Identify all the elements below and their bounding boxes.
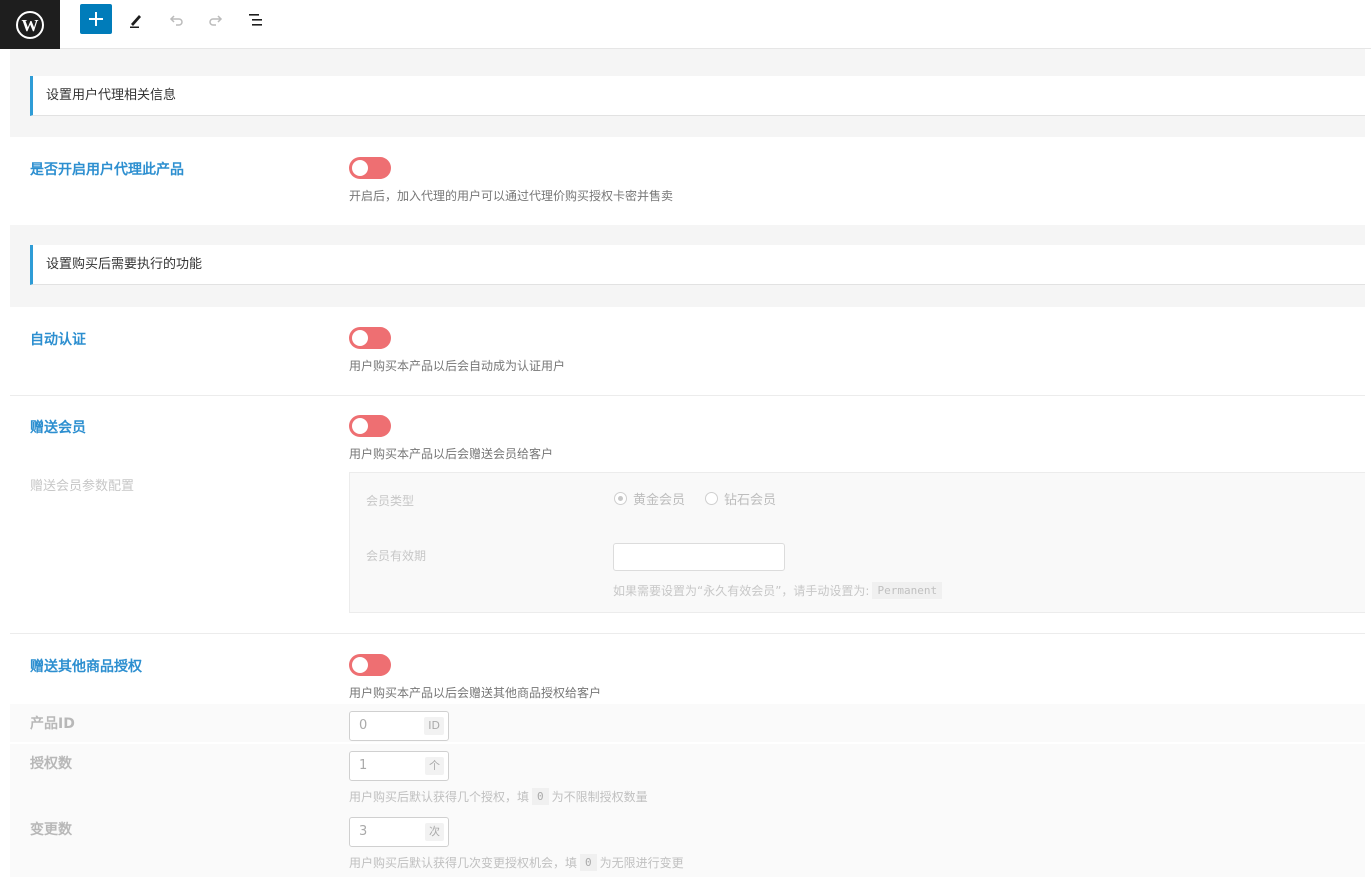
agent-toggle[interactable]: [349, 157, 391, 179]
redo-icon: [209, 15, 223, 26]
input-value: 3: [359, 824, 368, 839]
input-suffix: 次: [425, 823, 444, 841]
gift-vip-description: 用户购买本产品以后会赠送会员给客户: [349, 447, 554, 461]
divider: [10, 395, 1371, 396]
section-heading: 设置购买后需要执行的功能: [30, 245, 1371, 285]
hint-text: 用户购买后默认获得几个授权，填: [349, 790, 530, 804]
gift-vip-toggle[interactable]: [349, 415, 391, 437]
editor-toolbar: W: [0, 0, 1371, 49]
hint-code: 0: [532, 788, 549, 805]
vip-validity-input[interactable]: [613, 543, 785, 571]
input-value: 1: [359, 758, 368, 773]
agent-field-title: 是否开启用户代理此产品: [30, 162, 184, 178]
row-band: [10, 704, 1371, 742]
auth-count-input[interactable]: 1 个: [349, 751, 449, 781]
gift-product-title: 赠送其他商品授权: [30, 659, 142, 675]
input-value: 0: [359, 718, 368, 733]
toggle-knob: [352, 657, 368, 673]
gift-vip-config-title: 赠送会员参数配置: [30, 479, 135, 494]
vip-option-gold[interactable]: 黄金会员: [614, 489, 685, 508]
change-count-input[interactable]: 3 次: [349, 817, 449, 847]
agent-description: 开启后，加入代理的用户可以通过代理价购买授权卡密并售卖: [349, 189, 674, 203]
add-block-button[interactable]: [80, 4, 112, 34]
edit-tool-button[interactable]: [120, 5, 152, 35]
hint-text: 用户购买后默认获得几次变更授权机会，填: [349, 856, 578, 870]
input-suffix: ID: [424, 717, 444, 735]
hint-text: 如果需要设置为“永久有效会员”，请手动设置为:: [613, 584, 870, 598]
settings-content: 设置用户代理相关信息 是否开启用户代理此产品 开启后，加入代理的用户可以通过代理…: [10, 49, 1371, 877]
vip-validity-hint: 如果需要设置为“永久有效会员”，请手动设置为: Permanent: [613, 582, 945, 599]
toggle-knob: [352, 418, 368, 434]
gift-product-toggle[interactable]: [349, 654, 391, 676]
pencil-icon: [130, 15, 141, 28]
divider: [10, 633, 1371, 634]
row-band: [10, 744, 1371, 810]
radio-checked-icon: [614, 492, 627, 505]
toggle-knob: [352, 330, 368, 346]
wordpress-icon[interactable]: W: [0, 0, 60, 49]
undo-button[interactable]: [160, 5, 192, 35]
hint-text: 为无限进行变更: [599, 856, 684, 870]
vip-type-label: 会员类型: [366, 494, 415, 508]
change-count-hint: 用户购买后默认获得几次变更授权机会，填 0 为无限进行变更: [349, 854, 684, 871]
vip-validity-label: 会员有效期: [366, 549, 427, 563]
row-band: [10, 810, 1371, 877]
gift-product-description: 用户购买本产品以后会赠送其他商品授权给客户: [349, 686, 602, 700]
product-id-input[interactable]: 0 ID: [349, 711, 449, 741]
hint-code: 0: [580, 854, 597, 871]
hint-text: 为不限制授权数量: [551, 790, 648, 804]
redo-button[interactable]: [200, 5, 232, 35]
auth-count-hint: 用户购买后默认获得几个授权，填 0 为不限制授权数量: [349, 788, 648, 805]
gift-vip-title: 赠送会员: [30, 420, 86, 436]
hint-code: Permanent: [872, 582, 943, 599]
list-view-button[interactable]: [240, 5, 272, 35]
auth-count-label: 授权数: [30, 756, 72, 772]
vip-option-diamond[interactable]: 钻石会员: [705, 489, 776, 508]
section-heading: 设置用户代理相关信息: [30, 76, 1371, 116]
change-count-label: 变更数: [30, 822, 72, 838]
auto-auth-title: 自动认证: [30, 332, 86, 348]
product-id-label: 产品ID: [30, 716, 75, 732]
list-view-icon: [249, 14, 262, 26]
vip-option-label: 黄金会员: [633, 493, 686, 508]
plus-icon: [89, 12, 103, 26]
svg-text:W: W: [22, 16, 39, 35]
undo-icon: [169, 15, 183, 26]
auto-auth-toggle[interactable]: [349, 327, 391, 349]
radio-unchecked-icon: [705, 492, 718, 505]
toggle-knob: [352, 160, 368, 176]
vip-option-label: 钻石会员: [724, 493, 777, 508]
input-suffix: 个: [425, 757, 444, 775]
scrollbar[interactable]: [1365, 49, 1371, 877]
gift-vip-config-panel: 会员类型 黄金会员 钻石会员 会员有效期 如果需要设置为“永久有效会员”，请手动…: [349, 472, 1371, 613]
auto-auth-description: 用户购买本产品以后会自动成为认证用户: [349, 359, 566, 373]
